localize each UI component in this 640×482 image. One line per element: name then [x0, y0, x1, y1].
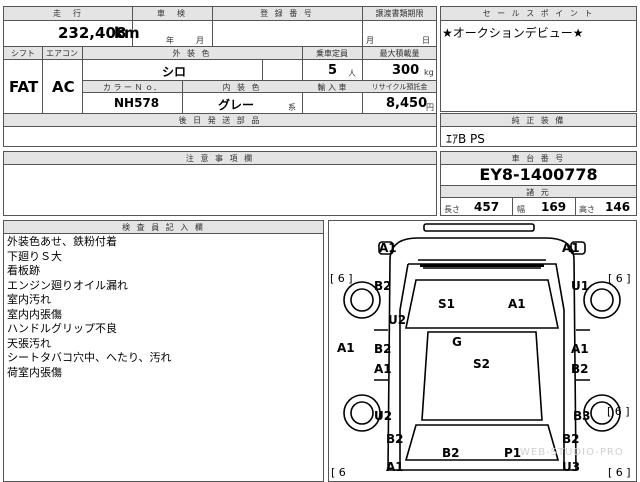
divider	[440, 126, 637, 127]
divider	[3, 20, 437, 21]
transfer-deadline-header: 譲渡書類期限	[375, 9, 424, 18]
transfer-day-unit: 日	[422, 36, 430, 45]
sales-point-box	[440, 6, 637, 112]
damage-label-windshield-s: S1	[438, 297, 455, 311]
bracket-label-front-right: [ 6 ]	[608, 272, 631, 285]
exterior-color-value: シロ	[162, 65, 187, 79]
damage-label-roof: G	[452, 335, 462, 349]
damage-label-door-right-b: B2	[571, 362, 589, 376]
inspection-header: 車 検	[157, 9, 187, 18]
inspector-note: シートタバコ穴中、へたり、汚れ	[7, 351, 172, 364]
damage-label-door-left-a: A1	[374, 362, 392, 376]
height-value: 146	[605, 200, 631, 214]
damage-label-left-edge: A1	[337, 341, 355, 355]
damage-label-fender-right: U1	[571, 279, 590, 293]
aircon-header: エアコン	[46, 49, 78, 58]
interior-color-suffix: 系	[288, 103, 296, 112]
import-header: 輸 入 車	[317, 83, 347, 92]
sales-point-header: セ ー ル ス ポ イ ン ト	[482, 9, 595, 18]
damage-label-rear-door-right: B3	[573, 409, 591, 423]
interior-color-value: グレー	[218, 98, 255, 112]
damage-label-door-right-a: A1	[571, 342, 589, 356]
recycle-header: リサイクル預託金	[371, 83, 428, 91]
width-label: 幅	[517, 205, 525, 214]
inspection-month-unit: 月	[196, 36, 204, 45]
color-no-value: NH578	[114, 96, 160, 110]
inspector-note: 下廻りＳ大	[7, 249, 62, 263]
divider	[512, 197, 513, 216]
shift-value: FAT	[9, 78, 39, 96]
capacity-value: 5	[328, 63, 338, 78]
max-load-header: 最大積載量	[379, 49, 420, 58]
divider	[3, 164, 437, 165]
damage-label-front-right: A1	[562, 241, 580, 255]
damage-label-door-front-left: U2	[388, 313, 407, 327]
divider	[3, 126, 437, 127]
exterior-color-header: 外 装 色	[172, 49, 212, 58]
bracket-label-right-edge: [ 6 ]	[607, 405, 630, 418]
caution-header: 注 意 事 項 欄	[185, 154, 255, 163]
bracket-label-front-left: [ 6 ]	[330, 272, 353, 285]
later-parts-header: 後 日 発 送 部 品	[178, 116, 262, 125]
damage-label-rear-door-left: U2	[374, 409, 393, 423]
divider	[3, 59, 437, 60]
aircon-value: AC	[52, 78, 75, 96]
bracket-label-rear-right: [ 6 ]	[608, 466, 631, 479]
capacity-header: 乗車定員	[316, 49, 348, 58]
capacity-unit: 人	[348, 69, 356, 78]
width-value: 169	[541, 200, 567, 214]
damage-label-quarter-left: B2	[386, 432, 404, 446]
damage-label-rear-p: P1	[504, 446, 522, 460]
transfer-month-unit: 月	[366, 36, 374, 45]
max-load-value: 300	[392, 63, 420, 78]
damage-label-fender-left: B2	[374, 279, 392, 293]
equipment-text: ｴｱB PS	[446, 132, 485, 146]
recycle-value: 8,450	[386, 96, 428, 111]
inspector-header: 検 査 員 記 入 欄	[122, 223, 205, 232]
divider	[3, 233, 324, 234]
watermark: WEB-STUDIO-PRO	[520, 447, 624, 458]
length-label: 長さ	[444, 205, 460, 214]
height-label: 高さ	[579, 205, 595, 214]
inspector-note: 室内内張傷	[7, 307, 62, 321]
recycle-unit: 円	[426, 103, 434, 112]
damage-label-windshield-a: A1	[508, 297, 526, 311]
damage-label-front-left: A1	[379, 241, 397, 255]
length-value: 457	[474, 200, 500, 214]
divider	[575, 197, 576, 216]
inspector-note: 外装色あせ、鉄粉付着	[7, 235, 117, 248]
sales-point-text: ★オークションデビュー★	[442, 26, 584, 40]
chassis-number: EY8-1400778	[479, 165, 598, 184]
inspector-note: エンジン廻りオイル漏れ	[7, 278, 128, 292]
damage-label-rear-b: B2	[442, 446, 460, 460]
interior-color-header: 内 装 色	[222, 83, 262, 92]
divider	[440, 20, 637, 21]
chassis-header: 車 台 番 号	[511, 154, 566, 163]
dims-header: 諸 元	[526, 188, 551, 197]
max-load-unit: kg	[424, 68, 434, 77]
shift-header: シフト	[11, 49, 35, 58]
bracket-label-rear-left: [ 6	[331, 466, 346, 479]
mileage-unit: km	[114, 24, 140, 42]
divider	[262, 59, 263, 80]
damage-label-door-left-b: B2	[374, 342, 392, 356]
inspector-note: 天張汚れ	[7, 336, 51, 350]
damage-label-quarter-right: B2	[562, 432, 580, 446]
registration-header: 登 録 番 号	[260, 9, 314, 18]
damage-label-rear-left: A1	[386, 460, 404, 474]
mileage-header: 走 行	[53, 9, 83, 18]
inspector-note: ハンドルグリップ不良	[7, 322, 117, 335]
inspector-note: 荷室内張傷	[7, 365, 62, 379]
inspection-year-unit: 年	[166, 36, 174, 45]
damage-label-rear-u: U3	[562, 460, 581, 474]
color-no-header: カ ラ ー Ｎ ｏ．	[102, 83, 162, 92]
damage-label-roof-s: S2	[473, 357, 490, 371]
equipment-header: 純 正 装 備	[511, 116, 566, 125]
inspector-note: 看板跡	[7, 264, 40, 277]
inspector-note: 室内汚れ	[7, 293, 51, 306]
